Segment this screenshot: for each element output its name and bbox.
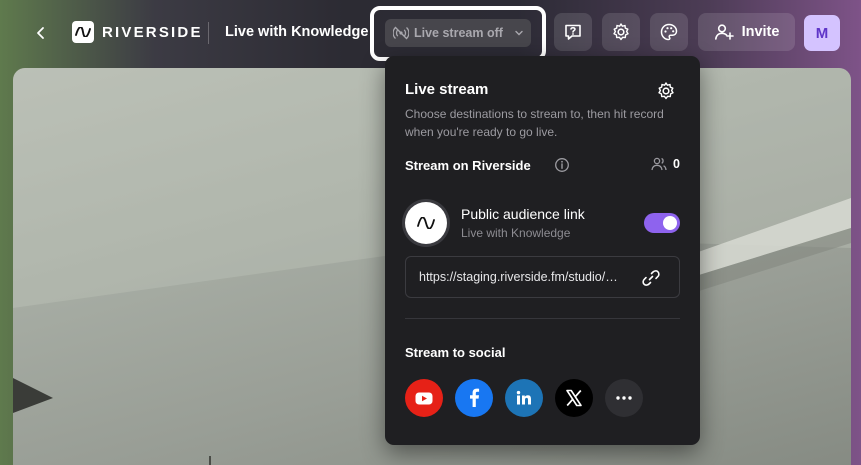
linkedin-icon [516,390,531,405]
gear-icon [658,82,674,100]
youtube-button[interactable] [405,379,443,417]
stream-settings-button[interactable] [655,80,677,102]
facebook-button[interactable] [455,379,493,417]
linkedin-button[interactable] [505,379,543,417]
audience-link-field[interactable]: https://staging.riverside.fm/studio/live… [405,256,680,298]
audience-link-avatar [405,202,447,244]
info-icon[interactable] [554,157,570,173]
invite-label: Invite [741,24,780,40]
palette-icon [660,23,678,41]
riverside-logo-icon [417,217,435,229]
toggle-knob [663,216,677,230]
settings-button[interactable] [602,13,640,51]
link-icon [642,270,660,286]
facebook-icon [470,388,480,407]
stream-to-social-label: Stream to social [405,345,506,360]
audience-link-toggle[interactable] [644,213,680,233]
broadcast-off-icon [393,26,409,40]
add-user-icon [714,24,734,40]
chevron-down-icon [515,30,523,36]
brand-name: RIVERSIDE [102,23,203,41]
brand-logo[interactable]: RIVERSIDE [72,21,203,43]
gear-icon [613,23,629,41]
theme-button[interactable] [650,13,688,51]
live-stream-status-label: Live stream off [414,26,503,40]
back-button[interactable] [28,20,54,46]
viewers-count-value: 0 [673,157,680,171]
more-icon [616,396,632,400]
x-button[interactable] [555,379,593,417]
invite-button[interactable]: Invite [698,13,795,51]
more-destinations-button[interactable] [605,379,643,417]
live-stream-popover: Live stream Choose destinations to strea… [385,56,700,445]
riverside-logo-icon [72,21,94,43]
session-title: Live with Knowledge [225,24,369,40]
copy-link-button[interactable] [640,267,662,289]
help-button[interactable] [554,13,592,51]
viewers-count: 0 [651,157,680,171]
audience-link-subtitle: Live with Knowledge [461,226,571,240]
youtube-icon [415,392,433,404]
popover-title: Live stream [405,81,489,98]
help-chat-icon [565,24,581,40]
x-icon [566,389,582,407]
popover-description: Choose destinations to stream to, then h… [405,107,664,139]
stream-on-riverside-label: Stream on Riverside [405,158,531,173]
avatar[interactable]: M [804,15,840,51]
live-stream-toggle-button[interactable]: Live stream off [385,19,531,47]
section-divider [405,318,680,319]
audience-link-title: Public audience link [461,206,585,222]
audience-link-url: https://staging.riverside.fm/studio/live… [419,270,619,284]
users-icon [651,157,667,171]
header-divider [208,22,209,44]
chevron-left-icon [37,27,44,39]
